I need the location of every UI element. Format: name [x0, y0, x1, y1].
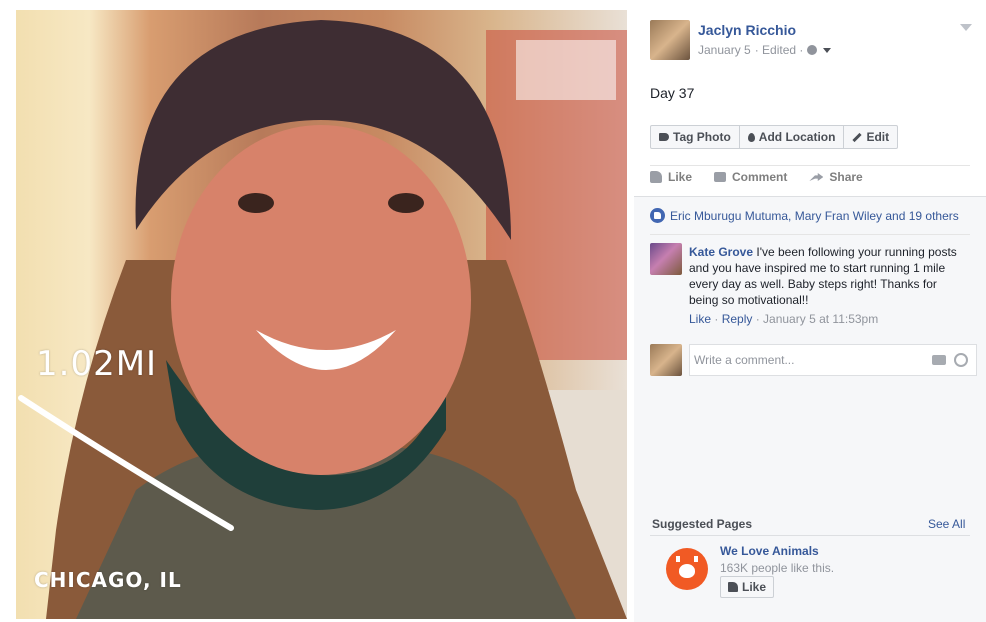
divider: [650, 234, 970, 235]
comment-button[interactable]: Comment: [714, 170, 787, 184]
overlay-city: CHICAGO, IL: [34, 568, 182, 592]
photo-illustration: [18, 20, 627, 619]
thumbs-up-icon: [650, 171, 662, 183]
add-location-label: Add Location: [758, 130, 836, 144]
pencil-icon: [852, 132, 863, 142]
post-text: Day 37: [650, 85, 695, 101]
comment-timestamp[interactable]: · January 5 at 11:53pm: [752, 312, 879, 326]
post-card: Jaclyn Ricchio January 5 · Edited · Day …: [634, 0, 986, 384]
location-pin-icon: [747, 132, 755, 142]
thumbs-up-icon: [728, 582, 738, 592]
paw-logo-icon[interactable]: [666, 548, 708, 590]
like-button[interactable]: Like: [650, 170, 692, 184]
share-label: Share: [829, 170, 863, 184]
likers-summary: Eric Mburugu Mutuma, Mary Fran Wiley and…: [650, 208, 959, 223]
edited-label[interactable]: · Edited ·: [755, 43, 804, 57]
suggested-pages-title: Suggested Pages: [652, 517, 753, 531]
photo-actions: Tag Photo Add Location Edit: [650, 125, 899, 149]
post-side-panel: Jaclyn Ricchio January 5 · Edited · Day …: [634, 0, 986, 622]
add-location-button[interactable]: Add Location: [740, 126, 845, 148]
page-like-button[interactable]: Like: [720, 576, 775, 598]
divider: [650, 535, 970, 536]
comment-composer[interactable]: Write a comment...: [689, 344, 977, 376]
composer-avatar: [650, 344, 682, 376]
share-button[interactable]: Share: [809, 170, 863, 184]
share-icon: [809, 173, 824, 181]
page-like-label: Like: [742, 580, 767, 594]
suggested-page-name[interactable]: We Love Animals: [720, 544, 819, 558]
see-all-link[interactable]: See All: [928, 517, 965, 531]
comment-like-link[interactable]: Like: [689, 312, 711, 326]
comment-meta: Like · Reply · January 5 at 11:53pm: [689, 312, 878, 326]
like-badge-icon: [650, 208, 665, 223]
chevron-down-icon[interactable]: [823, 47, 832, 53]
comment-reply-link[interactable]: Reply: [722, 312, 753, 326]
tag-photo-button[interactable]: Tag Photo: [651, 126, 740, 148]
ufi-actions: Like Comment Share: [650, 170, 863, 184]
comment-body: Kate Grove I've been following your runn…: [689, 244, 969, 308]
globe-icon[interactable]: [807, 45, 818, 55]
comment-label: Comment: [732, 170, 788, 184]
commenter-avatar[interactable]: [650, 243, 682, 275]
comment-input[interactable]: Write a comment...: [694, 353, 794, 367]
author-avatar[interactable]: [650, 20, 690, 60]
like-label: Like: [668, 170, 693, 184]
edit-button[interactable]: Edit: [844, 126, 897, 148]
post-date[interactable]: January 5: [698, 43, 751, 57]
divider: [650, 165, 970, 166]
author-name[interactable]: Jaclyn Ricchio: [698, 22, 796, 38]
likers-link[interactable]: Eric Mburugu Mutuma, Mary Fran Wiley and…: [670, 209, 959, 223]
edit-label: Edit: [866, 130, 890, 144]
post-photo[interactable]: 1.02MI CHICAGO, IL: [16, 10, 627, 619]
commenter-name[interactable]: Kate Grove: [689, 245, 753, 259]
post-meta: January 5 · Edited ·: [698, 43, 832, 57]
comment-icon: [714, 172, 727, 182]
smiley-icon[interactable]: [954, 353, 968, 367]
overlay-distance: 1.02MI: [36, 344, 158, 384]
camera-icon[interactable]: [932, 355, 946, 365]
post-options-icon[interactable]: [960, 24, 972, 31]
photo-viewer: 1.02MI CHICAGO, IL: [0, 0, 634, 622]
comment-meta-separator: ·: [711, 312, 722, 326]
suggested-page-likes: 163K people like this.: [720, 561, 835, 575]
tag-icon: [659, 133, 669, 141]
tag-photo-label: Tag Photo: [673, 130, 731, 144]
